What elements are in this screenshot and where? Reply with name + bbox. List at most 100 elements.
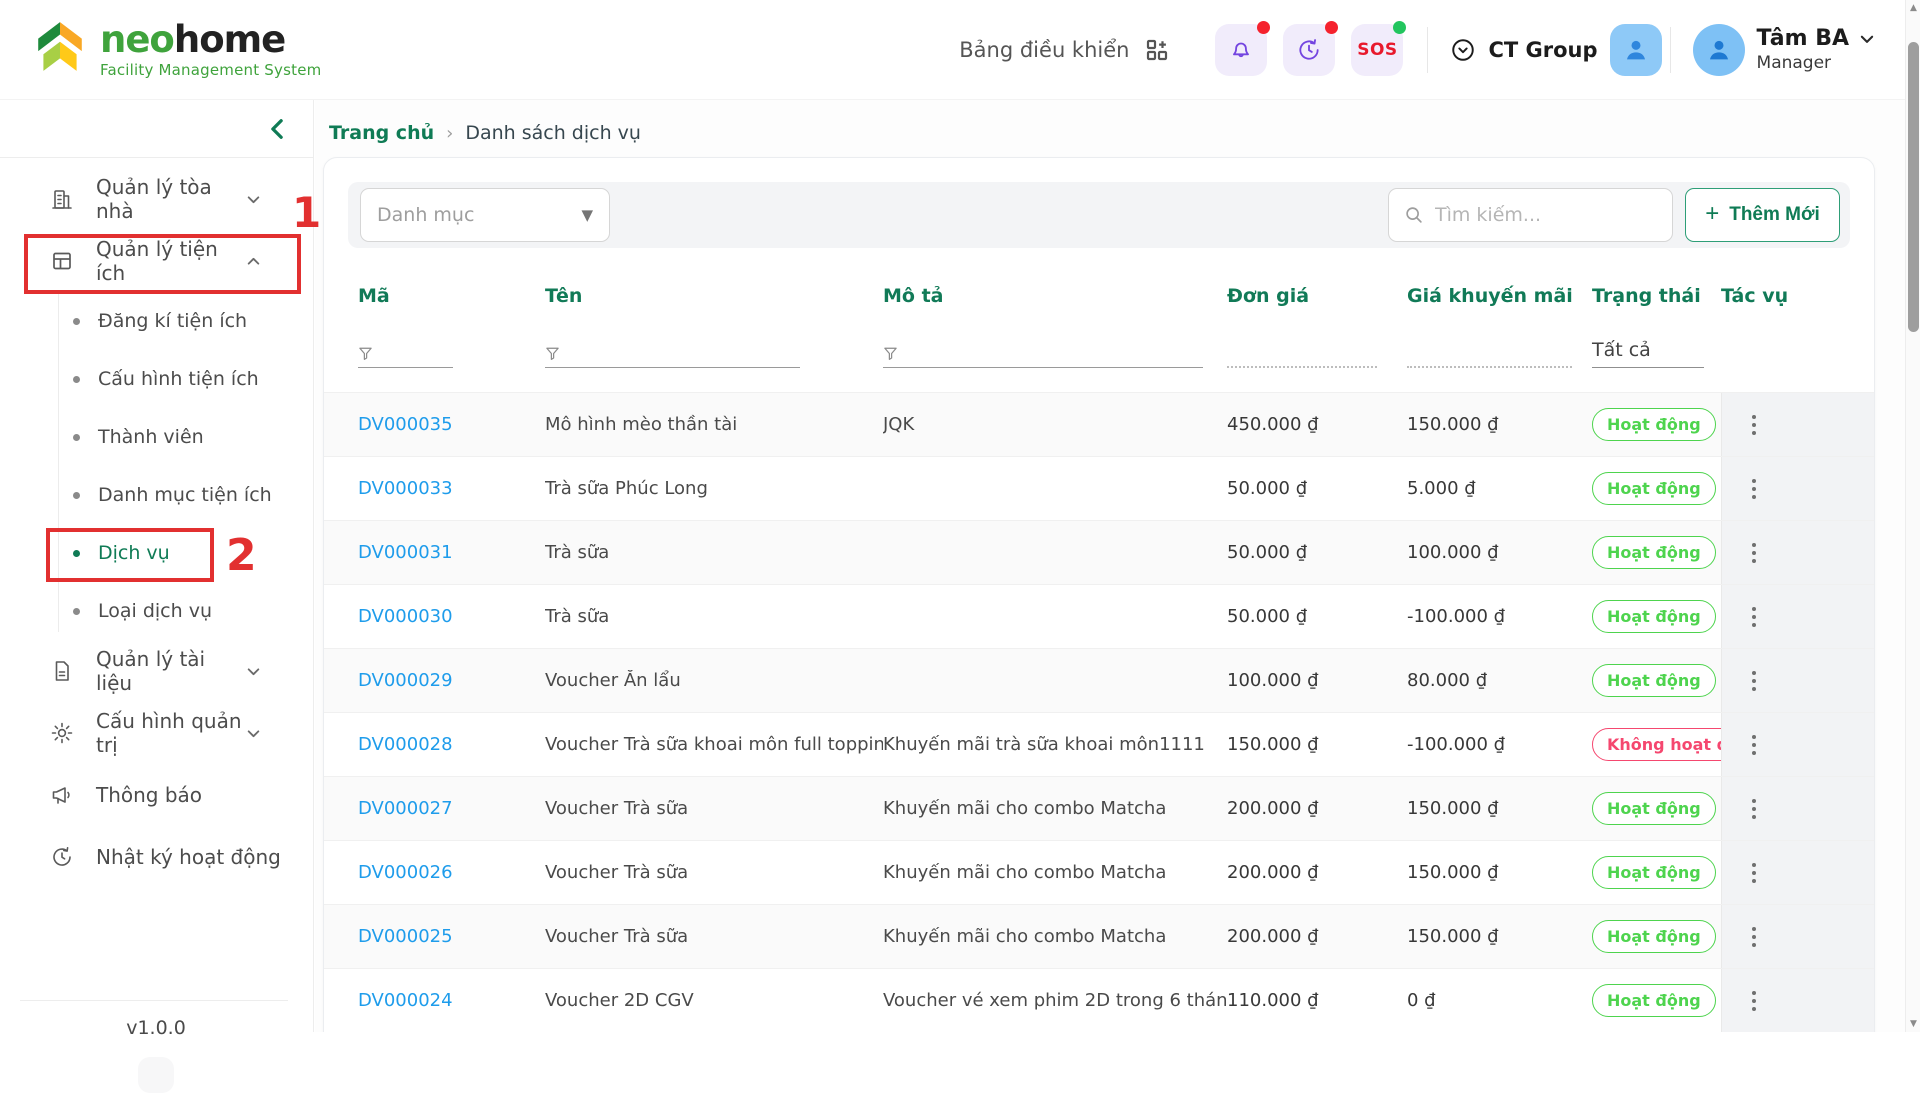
service-name: Trà sữa bbox=[545, 606, 883, 627]
chevron-down-icon bbox=[246, 726, 261, 741]
service-code-link[interactable]: DV000028 bbox=[358, 734, 545, 755]
kebab-menu-button[interactable] bbox=[1746, 729, 1762, 761]
filter-bar: Danh mục ▼ + Thêm Mới bbox=[348, 182, 1850, 248]
sidebar-item[interactable]: Thông báo bbox=[0, 764, 313, 826]
sidebar-subitem[interactable]: Danh mục tiện ích bbox=[0, 466, 313, 524]
kebab-menu-button[interactable] bbox=[1746, 921, 1762, 953]
add-new-button[interactable]: + Thêm Mới bbox=[1685, 188, 1840, 242]
actions-cell bbox=[1721, 457, 1874, 520]
service-price: 50.000 ₫ bbox=[1227, 478, 1407, 499]
history-icon bbox=[50, 845, 74, 869]
kebab-menu-button[interactable] bbox=[1746, 537, 1762, 569]
funnel-icon bbox=[358, 346, 373, 361]
sidebar-item[interactable]: Quản lý tài liệu bbox=[0, 640, 313, 702]
sidebar-subitem[interactable]: Cấu hình tiện ích bbox=[0, 350, 313, 408]
kebab-menu-button[interactable] bbox=[1746, 857, 1762, 889]
service-price: 50.000 ₫ bbox=[1227, 542, 1407, 563]
kebab-menu-button[interactable] bbox=[1746, 985, 1762, 1017]
org-avatar[interactable] bbox=[1610, 24, 1662, 76]
actions-cell bbox=[1721, 841, 1874, 904]
widgets-add-icon[interactable] bbox=[1145, 38, 1169, 62]
service-code-link[interactable]: DV000026 bbox=[358, 862, 545, 883]
actions-cell bbox=[1721, 777, 1874, 840]
service-code-link[interactable]: DV000033 bbox=[358, 478, 545, 499]
sos-badge-dot bbox=[1393, 21, 1406, 34]
service-code-link[interactable]: DV000024 bbox=[358, 990, 545, 1011]
kebab-menu-button[interactable] bbox=[1746, 665, 1762, 697]
sidebar-item[interactable]: Nhật ký hoạt động bbox=[0, 826, 313, 888]
service-desc: Khuyến mãi trà sữa khoai môn1111 bbox=[883, 734, 1227, 755]
dashboard-title: Bảng điều khiển bbox=[959, 38, 1129, 62]
status-cell: Hoạt động bbox=[1592, 408, 1721, 441]
scrollbar-down-arrow[interactable]: ▼ bbox=[1906, 1016, 1920, 1032]
table-row: DV000024Voucher 2D CGVVoucher vé xem phi… bbox=[324, 968, 1874, 1032]
sidebar-item[interactable]: Quản lý tiện ích bbox=[0, 230, 313, 292]
activity-history-button[interactable] bbox=[1283, 24, 1335, 76]
user-menu[interactable]: Tâm BA Manager bbox=[1693, 24, 1875, 76]
column-header-name[interactable]: Tên bbox=[545, 285, 883, 307]
brand-logo[interactable]: neohome Facility Management System bbox=[34, 20, 321, 80]
sidebar-item[interactable]: Quản lý tòa nhà bbox=[0, 168, 313, 230]
actions-cell bbox=[1721, 649, 1874, 712]
kebab-menu-button[interactable] bbox=[1746, 473, 1762, 505]
sidebar-subitem[interactable]: Loại dịch vụ bbox=[0, 582, 313, 640]
service-code-link[interactable]: DV000029 bbox=[358, 670, 545, 691]
sidebar-item[interactable]: Cấu hình quản trị bbox=[0, 702, 313, 764]
circle-chevron-icon bbox=[1450, 37, 1476, 63]
scrollbar-thumb[interactable] bbox=[1908, 42, 1919, 332]
column-header-promo[interactable]: Giá khuyến mãi bbox=[1407, 285, 1592, 307]
scrollbar-up-arrow[interactable]: ▲ bbox=[1906, 0, 1920, 16]
service-code-link[interactable]: DV000030 bbox=[358, 606, 545, 627]
service-code-link[interactable]: DV000027 bbox=[358, 798, 545, 819]
bullet-icon bbox=[73, 434, 80, 441]
notifications-button[interactable] bbox=[1215, 24, 1267, 76]
service-promo-price: 150.000 ₫ bbox=[1407, 414, 1592, 435]
search-input[interactable] bbox=[1435, 204, 1658, 226]
dashboard-switcher[interactable]: Bảng điều khiển bbox=[959, 38, 1169, 62]
org-selector[interactable]: CT Group bbox=[1450, 24, 1661, 76]
caret-down-icon: ▼ bbox=[581, 206, 593, 224]
status-badge: Hoạt động bbox=[1592, 536, 1716, 569]
column-header-actions: Tác vụ bbox=[1721, 285, 1874, 307]
service-code-link[interactable]: DV000025 bbox=[358, 926, 545, 947]
actions-cell bbox=[1721, 905, 1874, 968]
status-filter-select[interactable]: Tất cả bbox=[1592, 339, 1704, 368]
plus-icon: + bbox=[1705, 200, 1719, 228]
sidebar-collapse-button[interactable] bbox=[267, 118, 287, 140]
sidebar-subitem[interactable]: Đăng kí tiện ích bbox=[0, 292, 313, 350]
category-select[interactable]: Danh mục ▼ bbox=[360, 188, 610, 242]
promo-filter-input[interactable] bbox=[1407, 344, 1572, 368]
header-divider bbox=[1670, 27, 1671, 73]
table-header-row: Mã Tên Mô tả Đơn giá Giá khuyến mãi Trạn… bbox=[324, 278, 1874, 314]
column-header-price[interactable]: Đơn giá bbox=[1227, 285, 1407, 307]
service-desc: Khuyến mãi cho combo Matcha bbox=[883, 798, 1227, 819]
status-badge: Hoạt động bbox=[1592, 856, 1716, 889]
service-promo-price: 80.000 ₫ bbox=[1407, 670, 1592, 691]
code-filter-input[interactable] bbox=[358, 346, 453, 368]
column-header-status[interactable]: Trạng thái bbox=[1592, 285, 1721, 307]
chevron-down-icon bbox=[246, 192, 261, 207]
service-code-link[interactable]: DV000035 bbox=[358, 414, 545, 435]
kebab-menu-button[interactable] bbox=[1746, 793, 1762, 825]
brand-name-home: home bbox=[174, 18, 285, 61]
browser-scrollbar[interactable]: ▲ ▼ bbox=[1905, 0, 1920, 1032]
desc-filter-input[interactable] bbox=[883, 346, 1203, 368]
status-badge: Hoạt động bbox=[1592, 472, 1716, 505]
column-header-code[interactable]: Mã bbox=[358, 285, 545, 307]
service-code-link[interactable]: DV000031 bbox=[358, 542, 545, 563]
sidebar-footer-pill bbox=[138, 1057, 174, 1093]
table-row: DV000030Trà sữa50.000 ₫-100.000 ₫Hoạt độ… bbox=[324, 584, 1874, 648]
column-header-desc[interactable]: Mô tả bbox=[883, 285, 1227, 307]
price-filter-input[interactable] bbox=[1227, 344, 1377, 368]
name-filter-input[interactable] bbox=[545, 346, 800, 368]
service-name: Trà sữa bbox=[545, 542, 883, 563]
sidebar-subitem[interactable]: Thành viên bbox=[0, 408, 313, 466]
service-name: Voucher Trà sữa khoai môn full topping bbox=[545, 734, 883, 755]
breadcrumb-home-link[interactable]: Trang chủ bbox=[329, 122, 434, 144]
kebab-menu-button[interactable] bbox=[1746, 601, 1762, 633]
breadcrumb-current: Danh sách dịch vụ bbox=[465, 122, 641, 144]
sidebar-subitem-active[interactable]: Dịch vụ bbox=[0, 524, 313, 582]
bullet-icon bbox=[73, 376, 80, 383]
kebab-menu-button[interactable] bbox=[1746, 409, 1762, 441]
sos-button[interactable]: SOS bbox=[1351, 24, 1403, 76]
